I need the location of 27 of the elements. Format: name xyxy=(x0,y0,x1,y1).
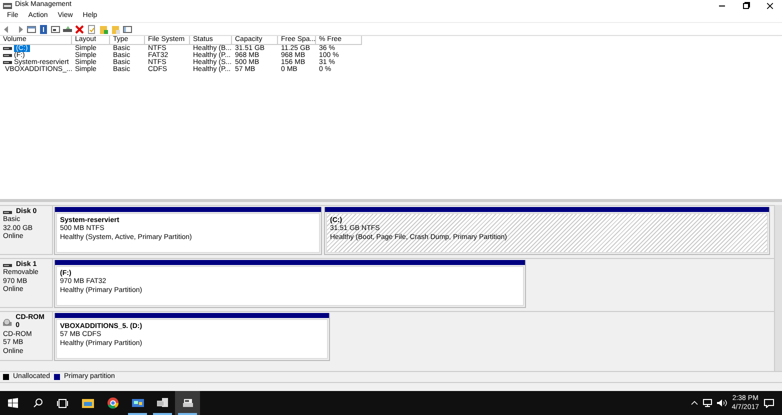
cd-drive-icon xyxy=(3,318,12,326)
minimize-icon[interactable] xyxy=(719,4,725,6)
help-icon[interactable] xyxy=(39,24,48,34)
control-panel-icon xyxy=(132,397,144,409)
chevron-icon[interactable] xyxy=(690,401,698,405)
windows-logo-icon[interactable] xyxy=(8,398,18,408)
network-icon[interactable] xyxy=(702,399,712,407)
window-icon[interactable] xyxy=(123,24,132,34)
delete-icon[interactable] xyxy=(75,24,84,34)
window-icon[interactable] xyxy=(27,24,36,34)
disk-management-icon xyxy=(182,397,194,409)
volume-icon[interactable] xyxy=(716,399,727,407)
folder-icon xyxy=(82,397,94,409)
taskbar-app[interactable] xyxy=(175,391,200,415)
window-icon[interactable] xyxy=(51,24,60,34)
document-icon[interactable] xyxy=(87,24,96,34)
restore-icon[interactable] xyxy=(742,2,750,9)
notification-icon[interactable] xyxy=(764,398,774,408)
close-icon[interactable] xyxy=(767,2,773,8)
task-view-icon[interactable] xyxy=(57,398,68,408)
computer-icon xyxy=(156,397,168,409)
disk-icon[interactable] xyxy=(63,24,72,34)
folder-icon[interactable] xyxy=(99,24,108,34)
browser-icon xyxy=(106,397,118,409)
scrollbar[interactable] xyxy=(774,205,782,371)
search-icon[interactable] xyxy=(32,398,42,408)
app-icon xyxy=(3,2,12,10)
